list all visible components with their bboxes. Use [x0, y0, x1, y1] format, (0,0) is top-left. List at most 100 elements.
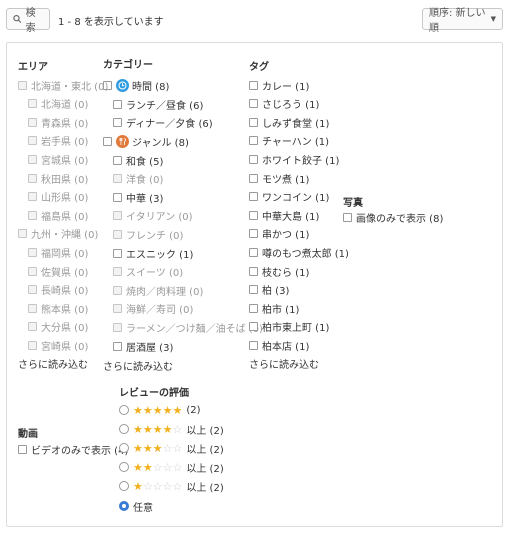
tag-item-8[interactable]: 串かつ (1) — [249, 227, 309, 241]
rating-radio-3[interactable] — [119, 443, 129, 453]
area-item-0-5[interactable]: 山形県 (0) — [28, 190, 88, 204]
genre-item-5-checkbox[interactable] — [113, 248, 122, 258]
area-load-more-link[interactable]: さらに読み込む — [18, 356, 88, 371]
rating-radio-1[interactable] — [119, 481, 129, 491]
tag-item-4[interactable]: ホワイト餃子 (1) — [249, 152, 339, 167]
area-item-1-2-checkbox[interactable] — [28, 285, 37, 295]
tag-item-0-checkbox[interactable] — [249, 80, 258, 90]
genre-item-10-checkbox[interactable] — [113, 341, 122, 351]
area-item-1-4-checkbox[interactable] — [28, 322, 37, 332]
area-item-1-5[interactable]: 宮崎県 (0) — [28, 338, 88, 353]
search-button[interactable]: 検索 — [6, 8, 50, 34]
tag-item-2-checkbox[interactable] — [249, 117, 258, 127]
genre-item-7[interactable]: 焼肉／肉料理 (0) — [113, 283, 203, 298]
genre-item-0-checkbox[interactable] — [113, 155, 122, 165]
genre-item-2-checkbox[interactable] — [113, 192, 122, 202]
genre-item-3-checkbox[interactable] — [113, 211, 122, 221]
tag-item-6[interactable]: ワンコイン (1) — [249, 190, 329, 204]
genre-item-9[interactable]: ラーメン／つけ麺／油そば (0) — [113, 320, 263, 335]
area-group-1[interactable]: 九州・沖縄 (0) — [18, 227, 98, 241]
area-item-1-0-checkbox[interactable] — [28, 247, 37, 257]
genre-item-6[interactable]: スイーツ (0) — [113, 265, 183, 279]
genre-item-7-checkbox[interactable] — [113, 285, 122, 295]
photo-only-checkbox[interactable] — [343, 212, 352, 222]
tag-item-7[interactable]: 中華大島 (1) — [249, 208, 319, 223]
rating-radio-5[interactable] — [119, 405, 129, 415]
video-only-option[interactable]: ビデオのみで表示 (4) — [18, 442, 128, 457]
area-item-0-1[interactable]: 青森県 (0) — [28, 115, 88, 130]
tag-item-9[interactable]: 噂のもつ煮太郎 (1) — [249, 245, 349, 260]
area-item-0-3-checkbox[interactable] — [28, 154, 37, 164]
tag-item-4-checkbox[interactable] — [249, 154, 258, 164]
tag-item-5[interactable]: モツ煮 (1) — [249, 171, 309, 186]
category-genre-checkbox[interactable] — [103, 136, 112, 146]
genre-item-2[interactable]: 中華 (3) — [113, 190, 163, 205]
rating-radio-4[interactable] — [119, 424, 129, 434]
area-item-1-1-checkbox[interactable] — [28, 266, 37, 276]
rating-option-2[interactable]: ★ ★ ☆ ☆ ☆ 以上 (2) — [119, 460, 224, 475]
tags-load-more-link[interactable]: さらに読み込む — [249, 356, 319, 371]
category-genre[interactable]: ジャンル (8) — [103, 134, 189, 149]
area-group-0-checkbox[interactable] — [18, 80, 27, 90]
category-load-more-link[interactable]: さらに読み込む — [103, 358, 173, 373]
rating-option-4[interactable]: ★ ★ ★ ★ ☆ 以上 (2) — [119, 422, 224, 437]
area-item-0-6[interactable]: 福島県 (0) — [28, 208, 88, 223]
sort-dropdown[interactable]: 順序: 新しい順 ▼ — [422, 8, 503, 34]
tag-item-11-checkbox[interactable] — [249, 285, 258, 295]
rating-any-radio[interactable] — [119, 501, 129, 511]
rating-option-3[interactable]: ★ ★ ★ ☆ ☆ 以上 (2) — [119, 441, 224, 456]
photo-only-option[interactable]: 画像のみで表示 (8) — [343, 210, 443, 225]
tag-item-10[interactable]: 枝むら (1) — [249, 264, 309, 279]
time-item-1-checkbox[interactable] — [113, 118, 122, 128]
rating-option-5[interactable]: ★ ★ ★ ★ ★ (2) — [119, 403, 201, 417]
genre-item-9-checkbox[interactable] — [113, 322, 122, 332]
time-item-0[interactable]: ランチ／昼食 (6) — [113, 97, 203, 112]
tag-item-13[interactable]: 柏市東上町 (1) — [249, 320, 329, 334]
area-item-0-2-checkbox[interactable] — [28, 136, 37, 146]
genre-item-6-checkbox[interactable] — [113, 267, 122, 277]
tag-item-13-checkbox[interactable] — [249, 322, 258, 332]
area-item-1-3-checkbox[interactable] — [28, 303, 37, 313]
tag-item-14-checkbox[interactable] — [249, 340, 258, 350]
genre-item-8-checkbox[interactable] — [113, 304, 122, 314]
tag-item-11[interactable]: 柏 (3) — [249, 283, 289, 297]
area-group-0[interactable]: 北海道・東北 (0) — [18, 78, 108, 93]
tag-item-12[interactable]: 柏市 (1) — [249, 301, 299, 316]
genre-item-0[interactable]: 和食 (5) — [113, 153, 163, 168]
area-item-0-0-checkbox[interactable] — [28, 99, 37, 109]
tag-item-14[interactable]: 柏本店 (1) — [249, 338, 309, 353]
genre-item-1-checkbox[interactable] — [113, 174, 122, 184]
tag-item-7-checkbox[interactable] — [249, 210, 258, 220]
tag-item-3[interactable]: チャーハン (1) — [249, 134, 329, 148]
area-item-0-6-checkbox[interactable] — [28, 210, 37, 220]
area-item-1-3[interactable]: 熊本県 (0) — [28, 301, 88, 316]
video-only-checkbox[interactable] — [18, 444, 27, 454]
tag-item-1[interactable]: さじろう (1) — [249, 97, 319, 111]
genre-item-4-checkbox[interactable] — [113, 229, 122, 239]
tag-item-0[interactable]: カレー (1) — [249, 78, 309, 93]
genre-item-4[interactable]: フレンチ (0) — [113, 227, 183, 242]
tag-item-8-checkbox[interactable] — [249, 229, 258, 239]
tag-item-12-checkbox[interactable] — [249, 303, 258, 313]
tag-item-3-checkbox[interactable] — [249, 136, 258, 146]
tag-item-10-checkbox[interactable] — [249, 266, 258, 276]
rating-radio-2[interactable] — [119, 462, 129, 472]
tag-item-2[interactable]: しみず食堂 (1) — [249, 115, 329, 130]
area-group-1-checkbox[interactable] — [18, 229, 27, 239]
area-item-0-0[interactable]: 北海道 (0) — [28, 97, 88, 111]
area-item-0-5-checkbox[interactable] — [28, 192, 37, 202]
genre-item-3[interactable]: イタリアン (0) — [113, 209, 193, 223]
area-item-0-4[interactable]: 秋田県 (0) — [28, 171, 88, 186]
genre-item-1[interactable]: 洋食 (0) — [113, 172, 163, 186]
time-item-0-checkbox[interactable] — [113, 99, 122, 109]
genre-item-8[interactable]: 海鮮／寿司 (0) — [113, 302, 193, 316]
area-item-0-2[interactable]: 岩手県 (0) — [28, 134, 88, 148]
tag-item-1-checkbox[interactable] — [249, 99, 258, 109]
area-item-0-1-checkbox[interactable] — [28, 117, 37, 127]
area-item-1-0[interactable]: 福岡県 (0) — [28, 245, 88, 260]
tag-item-6-checkbox[interactable] — [249, 192, 258, 202]
tag-item-9-checkbox[interactable] — [249, 247, 258, 257]
area-item-1-5-checkbox[interactable] — [28, 340, 37, 350]
area-item-1-2[interactable]: 長崎県 (0) — [28, 283, 88, 297]
area-item-0-4-checkbox[interactable] — [28, 173, 37, 183]
